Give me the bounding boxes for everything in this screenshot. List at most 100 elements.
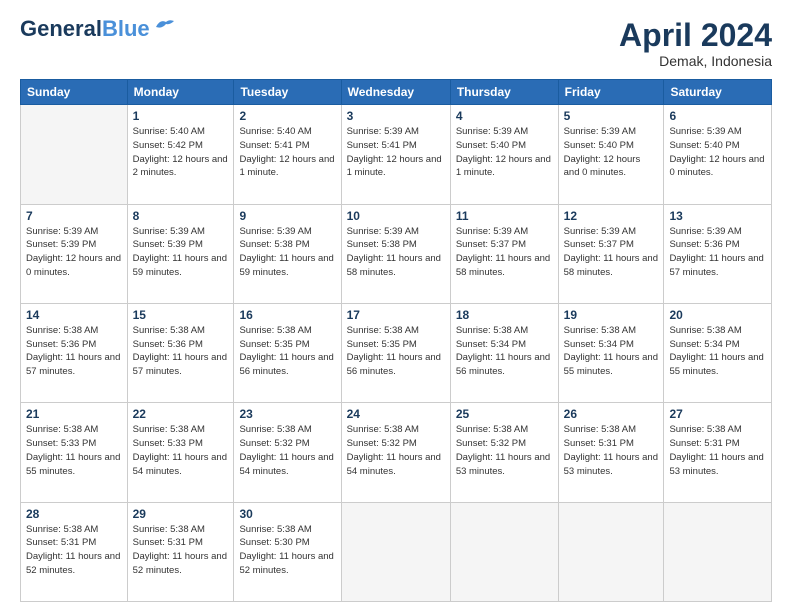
calendar-cell: 8 Sunrise: 5:39 AM Sunset: 5:39 PM Daylig…: [127, 204, 234, 303]
day-number: 6: [669, 109, 766, 123]
day-number: 17: [347, 308, 445, 322]
col-header-wednesday: Wednesday: [341, 80, 450, 105]
day-info: Sunrise: 5:39 AM Sunset: 5:41 PM Dayligh…: [347, 125, 445, 180]
day-info: Sunrise: 5:38 AM Sunset: 5:31 PM Dayligh…: [26, 523, 122, 578]
calendar-cell: 23 Sunrise: 5:38 AM Sunset: 5:32 PM Dayli…: [234, 403, 341, 502]
day-info: Sunrise: 5:38 AM Sunset: 5:36 PM Dayligh…: [133, 324, 229, 379]
calendar-cell: 14 Sunrise: 5:38 AM Sunset: 5:36 PM Dayli…: [21, 303, 128, 402]
day-number: 2: [239, 109, 335, 123]
day-info: Sunrise: 5:39 AM Sunset: 5:39 PM Dayligh…: [133, 225, 229, 280]
day-number: 26: [564, 407, 659, 421]
day-number: 24: [347, 407, 445, 421]
calendar-cell: 17 Sunrise: 5:38 AM Sunset: 5:35 PM Dayli…: [341, 303, 450, 402]
day-info: Sunrise: 5:39 AM Sunset: 5:40 PM Dayligh…: [669, 125, 766, 180]
logo-bird-icon: [154, 17, 176, 35]
calendar-week-row: 1 Sunrise: 5:40 AM Sunset: 5:42 PM Daylig…: [21, 105, 772, 204]
day-info: Sunrise: 5:39 AM Sunset: 5:36 PM Dayligh…: [669, 225, 766, 280]
calendar-cell: 25 Sunrise: 5:38 AM Sunset: 5:32 PM Dayli…: [450, 403, 558, 502]
day-info: Sunrise: 5:39 AM Sunset: 5:39 PM Dayligh…: [26, 225, 122, 280]
day-number: 15: [133, 308, 229, 322]
day-info: Sunrise: 5:40 AM Sunset: 5:42 PM Dayligh…: [133, 125, 229, 180]
day-number: 16: [239, 308, 335, 322]
day-number: 21: [26, 407, 122, 421]
header: GeneralBlue April 2024 Demak, Indonesia: [20, 18, 772, 69]
calendar-cell: 28 Sunrise: 5:38 AM Sunset: 5:31 PM Dayli…: [21, 502, 128, 601]
calendar-cell: 21 Sunrise: 5:38 AM Sunset: 5:33 PM Dayli…: [21, 403, 128, 502]
day-number: 23: [239, 407, 335, 421]
calendar-cell: [341, 502, 450, 601]
day-number: 8: [133, 209, 229, 223]
calendar-cell: 22Sunrise: 5:38 AM Sunset: 5:33 PM Dayli…: [127, 403, 234, 502]
day-number: 18: [456, 308, 553, 322]
calendar-cell: 19Sunrise: 5:38 AM Sunset: 5:34 PM Dayli…: [558, 303, 664, 402]
calendar-cell: 12Sunrise: 5:39 AM Sunset: 5:37 PM Dayli…: [558, 204, 664, 303]
day-number: 7: [26, 209, 122, 223]
col-header-thursday: Thursday: [450, 80, 558, 105]
calendar-cell: 10 Sunrise: 5:39 AM Sunset: 5:38 PM Dayli…: [341, 204, 450, 303]
calendar-cell: 13 Sunrise: 5:39 AM Sunset: 5:36 PM Dayli…: [664, 204, 772, 303]
day-number: 11: [456, 209, 553, 223]
calendar-cell: [664, 502, 772, 601]
calendar-table: SundayMondayTuesdayWednesdayThursdayFrid…: [20, 79, 772, 602]
day-info: Sunrise: 5:38 AM Sunset: 5:33 PM Dayligh…: [26, 423, 122, 478]
day-info: Sunrise: 5:40 AM Sunset: 5:41 PM Dayligh…: [239, 125, 335, 180]
day-info: Sunrise: 5:38 AM Sunset: 5:30 PM Dayligh…: [239, 523, 335, 578]
calendar-week-row: 14 Sunrise: 5:38 AM Sunset: 5:36 PM Dayli…: [21, 303, 772, 402]
calendar-cell: 2 Sunrise: 5:40 AM Sunset: 5:41 PM Daylig…: [234, 105, 341, 204]
day-info: Sunrise: 5:38 AM Sunset: 5:35 PM Dayligh…: [239, 324, 335, 379]
calendar-cell: 27Sunrise: 5:38 AM Sunset: 5:31 PM Dayli…: [664, 403, 772, 502]
calendar-cell: 26 Sunrise: 5:38 AM Sunset: 5:31 PM Dayli…: [558, 403, 664, 502]
day-number: 28: [26, 507, 122, 521]
day-info: Sunrise: 5:38 AM Sunset: 5:32 PM Dayligh…: [456, 423, 553, 478]
day-info: Sunrise: 5:38 AM Sunset: 5:31 PM Dayligh…: [133, 523, 229, 578]
col-header-tuesday: Tuesday: [234, 80, 341, 105]
day-info: Sunrise: 5:38 AM Sunset: 5:34 PM Dayligh…: [669, 324, 766, 379]
day-number: 10: [347, 209, 445, 223]
calendar-cell: [21, 105, 128, 204]
calendar-cell: 9Sunrise: 5:39 AM Sunset: 5:38 PM Daylig…: [234, 204, 341, 303]
day-number: 20: [669, 308, 766, 322]
day-info: Sunrise: 5:38 AM Sunset: 5:36 PM Dayligh…: [26, 324, 122, 379]
calendar-header-row: SundayMondayTuesdayWednesdayThursdayFrid…: [21, 80, 772, 105]
logo: GeneralBlue: [20, 18, 176, 40]
calendar-cell: 4 Sunrise: 5:39 AM Sunset: 5:40 PM Daylig…: [450, 105, 558, 204]
calendar-cell: 11 Sunrise: 5:39 AM Sunset: 5:37 PM Dayli…: [450, 204, 558, 303]
calendar-week-row: 7 Sunrise: 5:39 AM Sunset: 5:39 PM Daylig…: [21, 204, 772, 303]
day-number: 19: [564, 308, 659, 322]
day-number: 30: [239, 507, 335, 521]
day-number: 9: [239, 209, 335, 223]
col-header-saturday: Saturday: [664, 80, 772, 105]
calendar-cell: 1 Sunrise: 5:40 AM Sunset: 5:42 PM Daylig…: [127, 105, 234, 204]
logo-text: GeneralBlue: [20, 18, 150, 40]
month-year: April 2024: [619, 18, 772, 53]
col-header-friday: Friday: [558, 80, 664, 105]
calendar-cell: [450, 502, 558, 601]
day-number: 13: [669, 209, 766, 223]
calendar-cell: 6 Sunrise: 5:39 AM Sunset: 5:40 PM Daylig…: [664, 105, 772, 204]
day-info: Sunrise: 5:38 AM Sunset: 5:32 PM Dayligh…: [239, 423, 335, 478]
calendar-cell: 18 Sunrise: 5:38 AM Sunset: 5:34 PM Dayli…: [450, 303, 558, 402]
day-info: Sunrise: 5:39 AM Sunset: 5:38 PM Dayligh…: [347, 225, 445, 280]
title-block: April 2024 Demak, Indonesia: [619, 18, 772, 69]
calendar-cell: 30 Sunrise: 5:38 AM Sunset: 5:30 PM Dayli…: [234, 502, 341, 601]
day-number: 29: [133, 507, 229, 521]
day-info: Sunrise: 5:38 AM Sunset: 5:31 PM Dayligh…: [564, 423, 659, 478]
day-number: 4: [456, 109, 553, 123]
day-number: 12: [564, 209, 659, 223]
day-info: Sunrise: 5:38 AM Sunset: 5:35 PM Dayligh…: [347, 324, 445, 379]
day-info: Sunrise: 5:38 AM Sunset: 5:34 PM Dayligh…: [456, 324, 553, 379]
day-info: Sunrise: 5:39 AM Sunset: 5:37 PM Dayligh…: [456, 225, 553, 280]
calendar-cell: 7 Sunrise: 5:39 AM Sunset: 5:39 PM Daylig…: [21, 204, 128, 303]
day-info: Sunrise: 5:39 AM Sunset: 5:40 PM Dayligh…: [456, 125, 553, 180]
calendar-cell: 20 Sunrise: 5:38 AM Sunset: 5:34 PM Dayli…: [664, 303, 772, 402]
calendar-cell: 5 Sunrise: 5:39 AM Sunset: 5:40 PM Daylig…: [558, 105, 664, 204]
day-number: 14: [26, 308, 122, 322]
col-header-monday: Monday: [127, 80, 234, 105]
day-number: 25: [456, 407, 553, 421]
calendar-cell: 29 Sunrise: 5:38 AM Sunset: 5:31 PM Dayli…: [127, 502, 234, 601]
day-number: 5: [564, 109, 659, 123]
day-info: Sunrise: 5:39 AM Sunset: 5:40 PM Dayligh…: [564, 125, 659, 180]
calendar-body: 1 Sunrise: 5:40 AM Sunset: 5:42 PM Daylig…: [21, 105, 772, 602]
day-number: 1: [133, 109, 229, 123]
calendar-week-row: 21 Sunrise: 5:38 AM Sunset: 5:33 PM Dayli…: [21, 403, 772, 502]
